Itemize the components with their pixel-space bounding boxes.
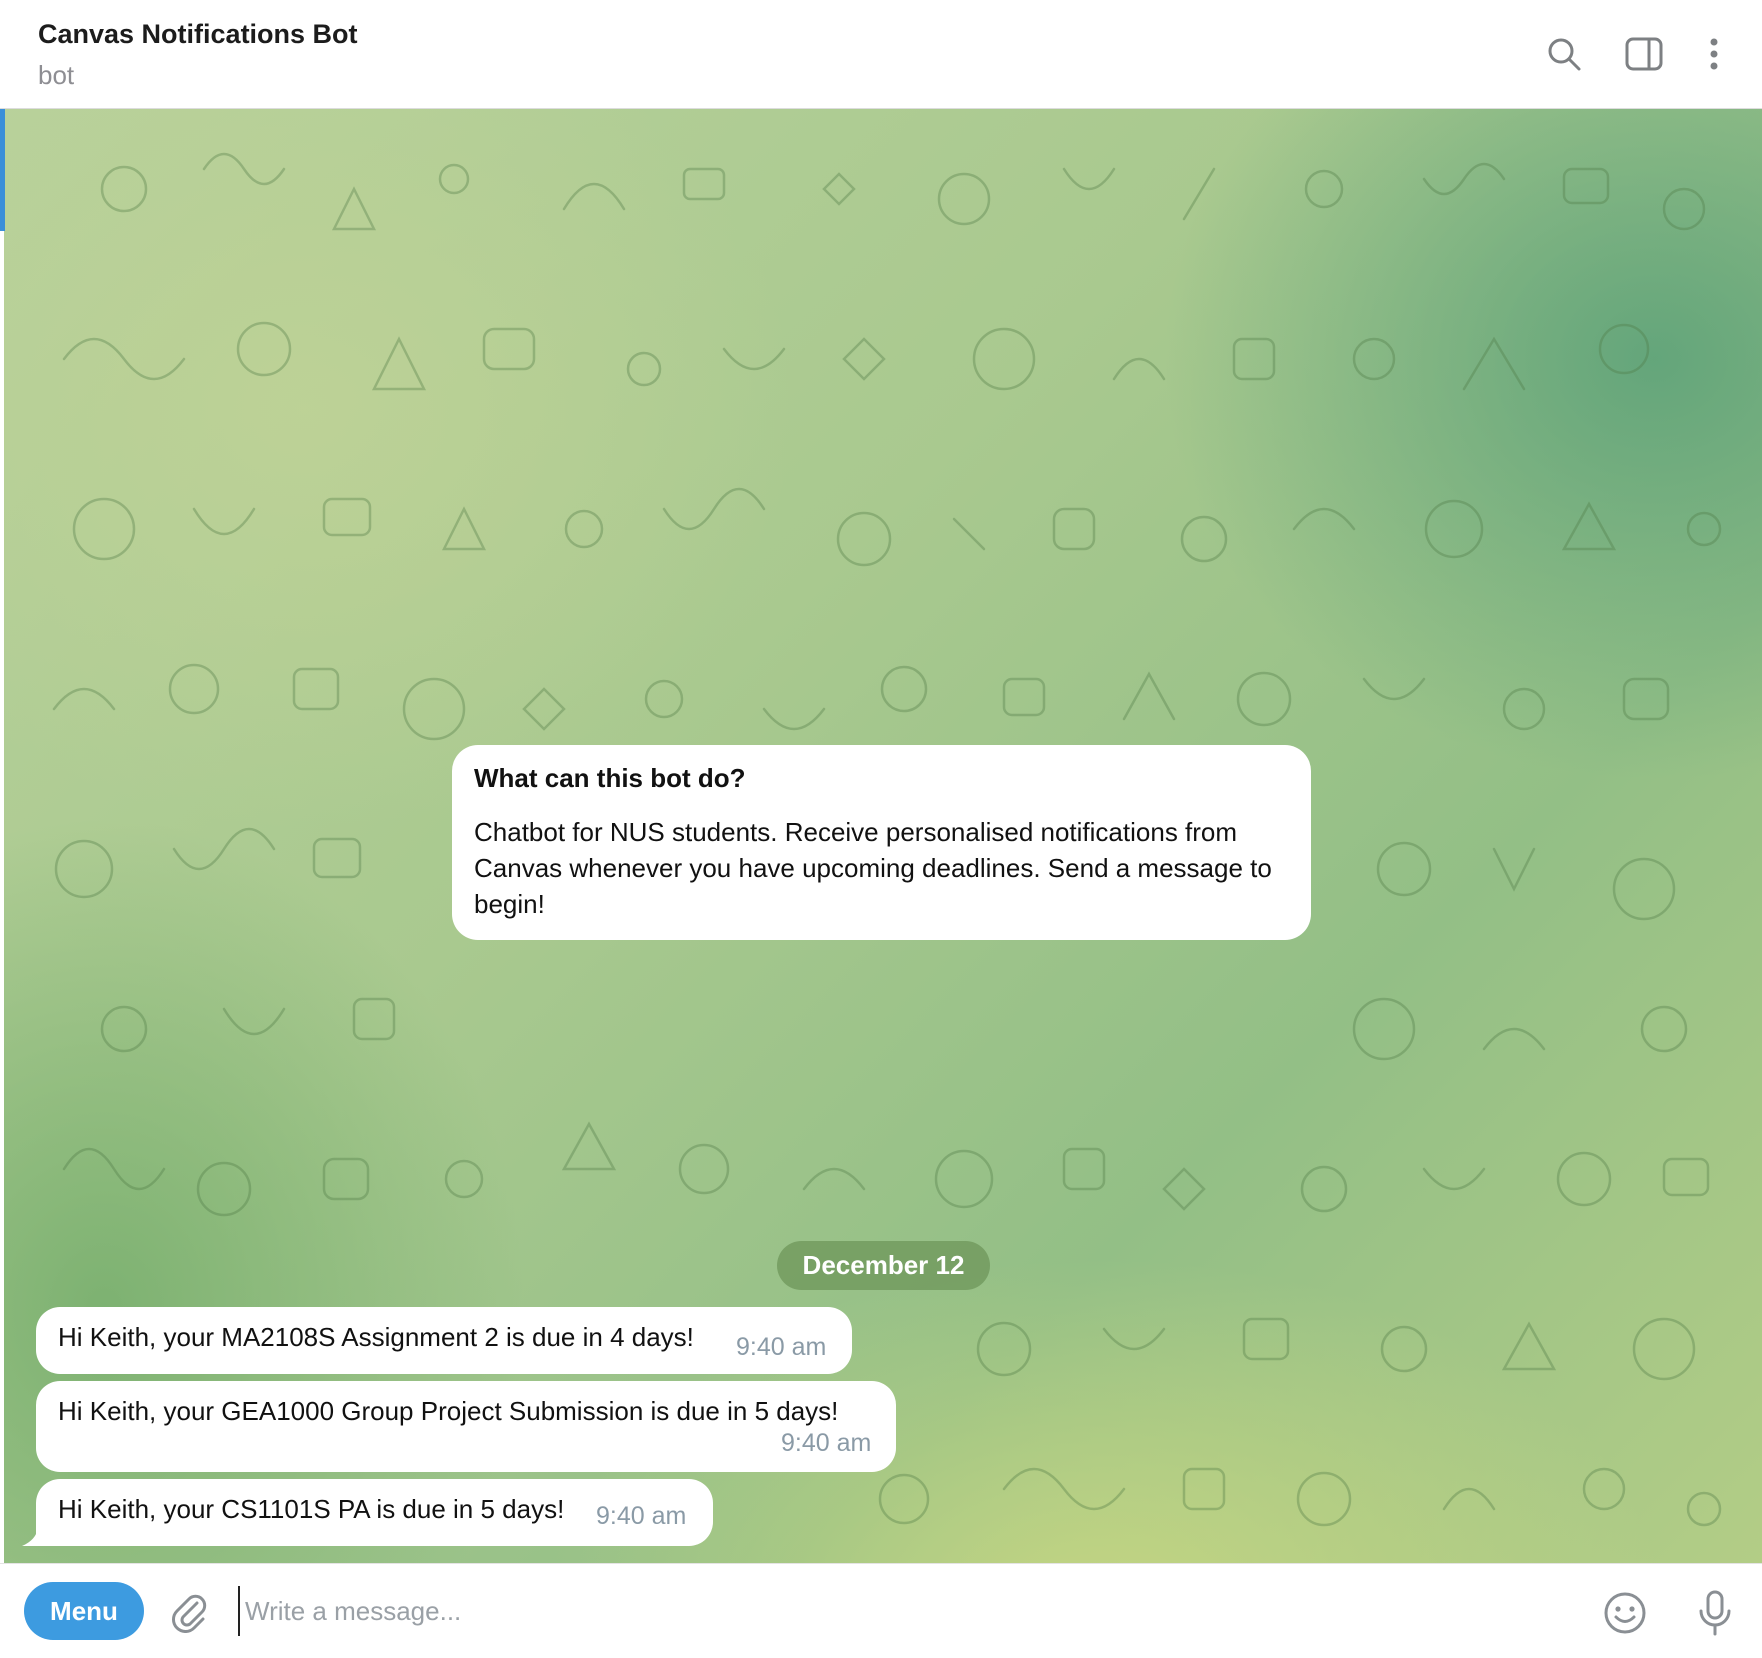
voice-message-button[interactable] [1690,1586,1740,1640]
message-input[interactable] [238,1586,1538,1636]
paperclip-icon [172,1594,207,1633]
message-time: 9:40 am [596,1502,687,1530]
message-bubble[interactable]: Hi Keith, your MA2108S Assignment 2 is d… [36,1307,852,1374]
message-bubble[interactable]: Hi Keith, your GEA1000 Group Project Sub… [36,1381,896,1472]
more-options-icon [1710,38,1718,70]
bubble-tail [22,1528,44,1546]
emoji-button[interactable] [1600,1588,1650,1638]
chat-title[interactable]: Canvas Notifications Bot [38,19,358,50]
more-options-button[interactable] [1690,30,1738,78]
attach-button[interactable] [165,1588,213,1636]
microphone-icon [1699,1590,1731,1636]
message-time: 9:40 am [781,1429,872,1457]
sidebar-toggle-button[interactable] [1620,30,1668,78]
active-indicator [0,109,5,231]
search-button[interactable] [1540,30,1588,78]
date-separator[interactable]: December 12 [777,1241,990,1290]
search-icon [1548,38,1581,71]
message-text: Hi Keith, your GEA1000 Group Project Sub… [58,1396,839,1426]
bot-intro-card: What can this bot do? Chatbot for NUS st… [452,745,1311,940]
message-composer: Menu [0,1563,1762,1658]
message-text: Hi Keith, your CS1101S PA is due in 5 da… [58,1494,565,1524]
message-bubble[interactable]: Hi Keith, your CS1101S PA is due in 5 da… [36,1479,713,1546]
menu-button[interactable]: Menu [24,1582,144,1640]
emoji-icon [1604,1592,1646,1634]
sidebar-toggle-icon [1625,37,1663,71]
message-time: 9:40 am [736,1333,827,1361]
chat-header: Canvas Notifications Bot bot [0,0,1762,109]
chat-subtitle: bot [38,60,75,90]
message-text: Hi Keith, your MA2108S Assignment 2 is d… [58,1322,694,1352]
bot-intro-title: What can this bot do? [474,763,746,793]
bot-intro-description: Chatbot for NUS students. Receive person… [474,817,1272,919]
